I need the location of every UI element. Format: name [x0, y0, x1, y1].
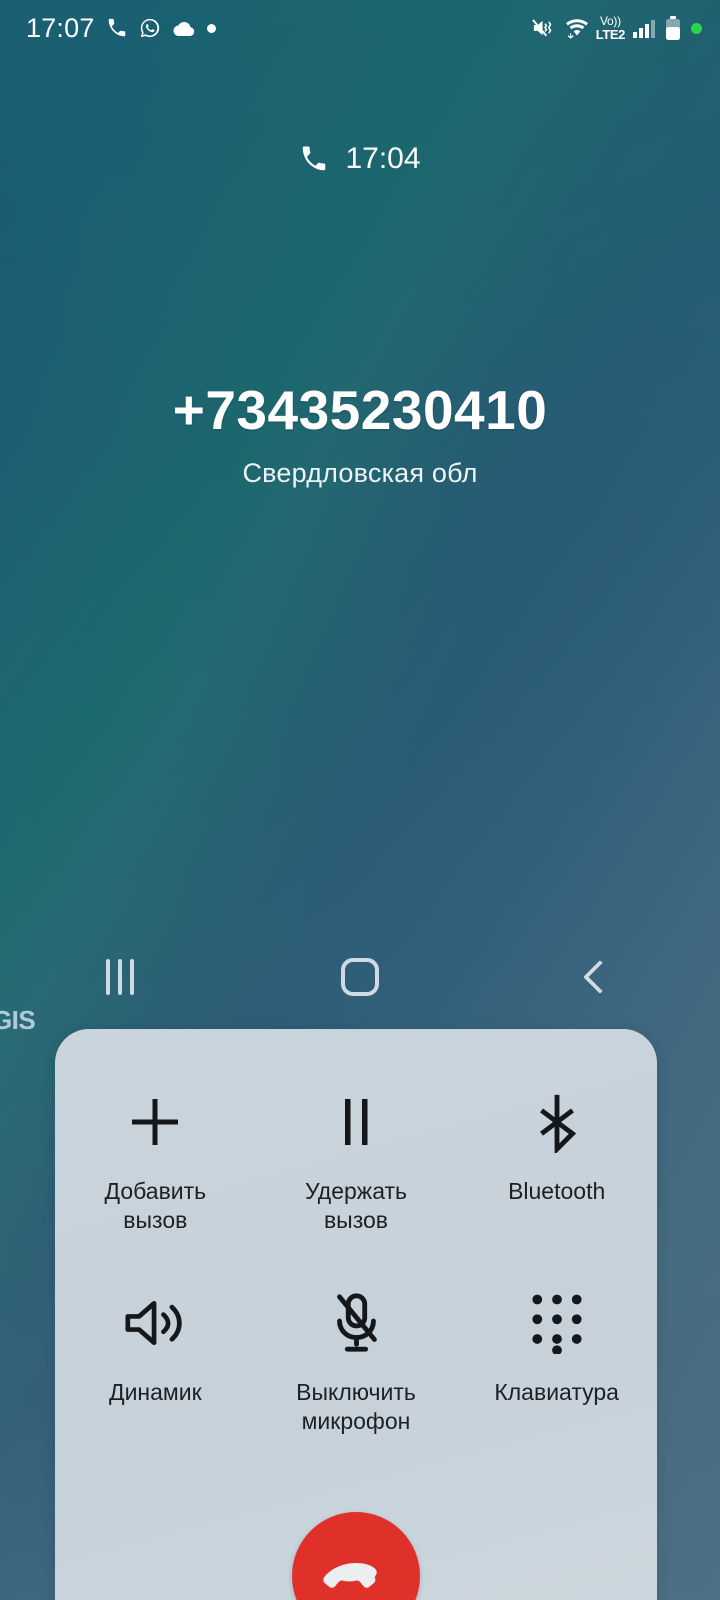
recents-icon — [106, 958, 134, 995]
battery-icon — [666, 15, 680, 40]
end-call-area — [55, 1512, 657, 1600]
phone-handset-icon — [303, 146, 326, 171]
call-screen: 17:07 Vo)) LTE2 17:04 +73435230410 Сверд… — [0, 0, 720, 1600]
status-bar-right: Vo)) LTE2 — [531, 15, 702, 41]
speaker-icon — [55, 1284, 256, 1362]
call-status-bar: 17:04 — [0, 134, 720, 184]
control-label: Клавиатура — [494, 1378, 619, 1405]
status-bar-left: 17:07 — [26, 13, 216, 44]
more-options-button[interactable] — [0, 184, 14, 234]
control-label: Bluetooth — [508, 1178, 606, 1204]
volte-icon: Vo)) LTE2 — [595, 14, 626, 42]
caller-region: Свердловская обл — [242, 458, 478, 488]
status-clock: 17:07 — [26, 12, 95, 43]
call-controls-panel: Добавить вызов Удержать вызов Bluetooth … — [55, 1029, 657, 1600]
end-call-icon — [323, 1563, 377, 1588]
green-dot-icon — [691, 22, 702, 34]
watermark: 2GIS — [0, 1005, 36, 1035]
pause-icon — [256, 1083, 457, 1161]
call-controls-grid: Добавить вызов Удержать вызов Bluetooth … — [55, 1071, 657, 1437]
mic-off-icon — [256, 1284, 457, 1362]
status-bar: 17:07 Vo)) LTE2 — [0, 0, 720, 56]
control-label: Выключить микрофон — [296, 1378, 416, 1435]
volte-top-label: Vo)) — [599, 14, 621, 28]
control-label: Динамик — [109, 1378, 202, 1405]
volte-bottom-label: LTE2 — [595, 27, 626, 42]
control-hold-call[interactable]: Удержать вызов — [256, 1071, 457, 1236]
control-mute-mic[interactable]: Выключить микрофон — [256, 1272, 457, 1437]
phone-call-icon — [108, 18, 125, 37]
call-duration: 17:04 — [345, 142, 421, 175]
control-bluetooth[interactable]: Bluetooth — [456, 1071, 657, 1236]
dot-icon — [206, 23, 216, 33]
caller-number: +73435230410 — [172, 379, 548, 441]
end-call-button[interactable] — [292, 1512, 420, 1600]
signal-bars-icon — [633, 20, 655, 38]
control-label: Добавить вызов — [104, 1178, 207, 1234]
cloud-icon — [173, 22, 194, 36]
control-add-call[interactable]: Добавить вызов — [55, 1071, 256, 1236]
back-icon — [583, 959, 617, 994]
caller-info: +73435230410 Свердловская обл — [0, 378, 720, 489]
home-icon — [341, 957, 379, 996]
mute-vibrate-icon — [531, 19, 552, 37]
dialpad-icon — [456, 1284, 657, 1362]
control-keypad[interactable]: Клавиатура — [456, 1272, 657, 1437]
control-speaker[interactable]: Динамик — [55, 1272, 256, 1437]
wifi-icon — [565, 19, 588, 39]
whatsapp-icon — [140, 18, 159, 38]
plus-icon — [55, 1083, 256, 1161]
control-label: Удержать вызов — [304, 1178, 407, 1234]
bluetooth-icon — [456, 1083, 657, 1161]
